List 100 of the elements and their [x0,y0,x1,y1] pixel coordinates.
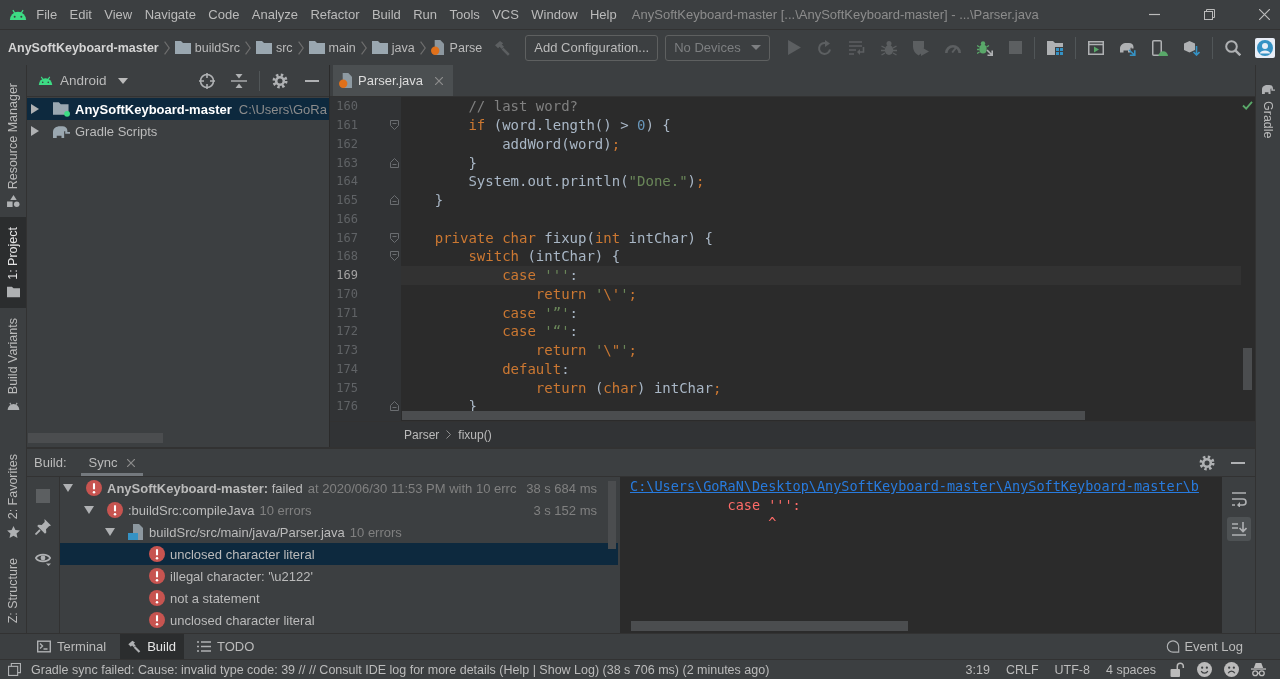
hat-glasses-icon[interactable] [1251,662,1266,677]
menu-item[interactable]: View [98,5,139,24]
expand-arrow-icon[interactable] [31,126,39,136]
expand-arrow-icon[interactable] [84,506,94,514]
code-line: // last word? [468,98,578,115]
fold-marker-icon[interactable] [390,251,399,262]
tool-window-tab[interactable]: Terminal [30,634,115,659]
breadcrumb-item[interactable]: main [328,40,356,55]
phone-android-icon[interactable] [1151,39,1168,56]
minimize-icon[interactable] [1231,461,1245,464]
scrollbar-thumb[interactable] [631,621,908,631]
frown-icon[interactable] [1224,662,1239,677]
folder-icon [174,41,191,54]
fold-marker-icon[interactable] [390,157,399,168]
add-configuration-button[interactable]: Add Configuration... [525,34,659,61]
build-tree-item[interactable]: not a statement [60,587,618,609]
breadcrumb-item[interactable]: src [275,40,293,55]
menu-item[interactable]: VCS [486,5,526,24]
error-icon [107,502,123,518]
avatar-icon[interactable] [1254,37,1275,58]
build-tree-item[interactable]: unclosed character literal [60,543,618,565]
menu-item[interactable]: Analyze [245,5,305,24]
project-tree-item[interactable]: Gradle Scripts [27,120,329,142]
elephant-icon [1261,83,1275,95]
menu-item[interactable]: Window [525,5,584,24]
status-bar-item[interactable]: UTF-8 [1046,662,1098,677]
menu-item[interactable]: Refactor [304,5,366,24]
terminal-icon [37,640,51,653]
expand-arrow-icon[interactable] [31,104,39,114]
window-title: AnySoftKeyboard-master [...\AnySoftKeyboard-master] - ...\Parser.java [631,7,1039,22]
android-icon [9,9,27,20]
menu-item[interactable]: Run [407,5,444,24]
menu-item[interactable]: File [30,5,64,24]
settings-icon[interactable] [1199,454,1215,471]
locate-icon[interactable] [199,72,215,89]
search-icon[interactable] [1224,39,1241,56]
breadcrumb-item[interactable]: java [391,40,415,55]
status-bar-item[interactable]: 3:19 [957,662,998,677]
build-tree-item[interactable]: AnySoftKeyboard-master: failed at 2020/06/30 11:53 PM with 10 errc 38 s 684 ms [60,477,618,499]
folder-grid-icon[interactable] [1046,39,1063,56]
menu-item[interactable]: Build [365,5,407,24]
expand-arrow-icon[interactable] [63,484,73,492]
scroll-to-end-icon[interactable] [1226,517,1251,541]
build-tree-item[interactable]: :buildSrc:compileJava 10 errors 3 s 152 ms [60,499,618,521]
event-log-button[interactable]: Event Log [1166,634,1243,659]
scrollbar-thumb[interactable] [1243,348,1252,390]
side-tab[interactable]: Z: Structure [0,547,26,633]
expand-arrow-icon[interactable] [105,528,115,536]
side-tab[interactable]: Resource Manager [0,73,26,218]
collapse-all-icon[interactable] [231,72,247,89]
pin-icon[interactable] [35,519,51,535]
close-icon[interactable] [127,458,136,467]
minimize-icon[interactable] [305,79,319,82]
panel-toggle-icon[interactable] [8,663,21,676]
editor-tab[interactable]: Parser.java [333,65,454,96]
fold-marker-icon[interactable] [390,232,399,243]
breadcrumb-item[interactable]: Parser [404,427,440,442]
panel-tab[interactable]: Sync [80,449,144,476]
build-duration: 38 s 684 ms [525,480,597,496]
breadcrumb-item[interactable]: fixup() [458,427,492,442]
status-bar-item[interactable]: CRLF [997,662,1047,677]
menu-item[interactable]: Code [202,5,246,24]
breadcrumb-item[interactable]: AnySoftKeyboard-master [8,40,159,55]
side-tab[interactable]: Build Variants [0,308,26,423]
menu-item[interactable]: Edit [63,5,99,24]
breadcrumb-item[interactable]: Parse [449,40,483,55]
side-tab[interactable]: Gradle [1256,73,1280,149]
file-path-link[interactable]: C:\Users\GoRaN\Desktop\AnySoftKeyboard-master\AnySoftKeyboard-master\b [630,477,1199,496]
open-lock-icon[interactable] [1170,662,1185,677]
restore-icon[interactable] [1204,9,1215,20]
tool-window-tab[interactable]: TODO [190,634,263,659]
check-icon [1242,101,1253,110]
menu-item[interactable]: Help [583,5,623,24]
fold-marker-icon[interactable] [390,195,399,206]
error-icon [149,546,165,562]
menu-item[interactable]: Tools [443,5,486,24]
close-icon[interactable] [1259,9,1270,20]
tool-window-tab[interactable]: Build [120,634,185,659]
eye-icon[interactable] [35,551,51,567]
build-tree-item[interactable]: buildSrc/src/main/java/Parser.java 10 errors [60,521,618,543]
fold-marker-icon[interactable] [390,401,399,412]
menu-item[interactable]: Navigate [138,5,203,24]
window-play-icon[interactable] [1087,39,1104,56]
project-tree-item[interactable]: AnySoftKeyboard-master C:\Users\GoRa [27,98,329,120]
code-line: System.out.println("Done."); [468,173,705,190]
side-tab[interactable]: 2: Favorites [0,444,26,548]
bug-arrow-icon[interactable] [976,39,993,56]
status-bar-item[interactable]: 4 spaces [1097,662,1164,677]
smiley-icon[interactable] [1197,662,1212,677]
build-tree-item[interactable]: unclosed character literal [60,609,618,631]
build-tree-item[interactable]: illegal character: '\u2122' [60,565,618,587]
side-tab[interactable]: 1: Project [0,217,26,309]
scrollbar-thumb[interactable] [608,481,616,549]
fold-marker-icon[interactable] [390,120,399,131]
view-dropdown[interactable]: Android [60,73,128,88]
cube-arrow-icon[interactable] [1183,39,1200,56]
settings-icon[interactable] [272,72,288,89]
scrollbar-thumb[interactable] [402,411,1085,420]
scrollbar-thumb[interactable] [28,433,163,443]
breadcrumb-item[interactable]: buildSrc [194,40,240,55]
